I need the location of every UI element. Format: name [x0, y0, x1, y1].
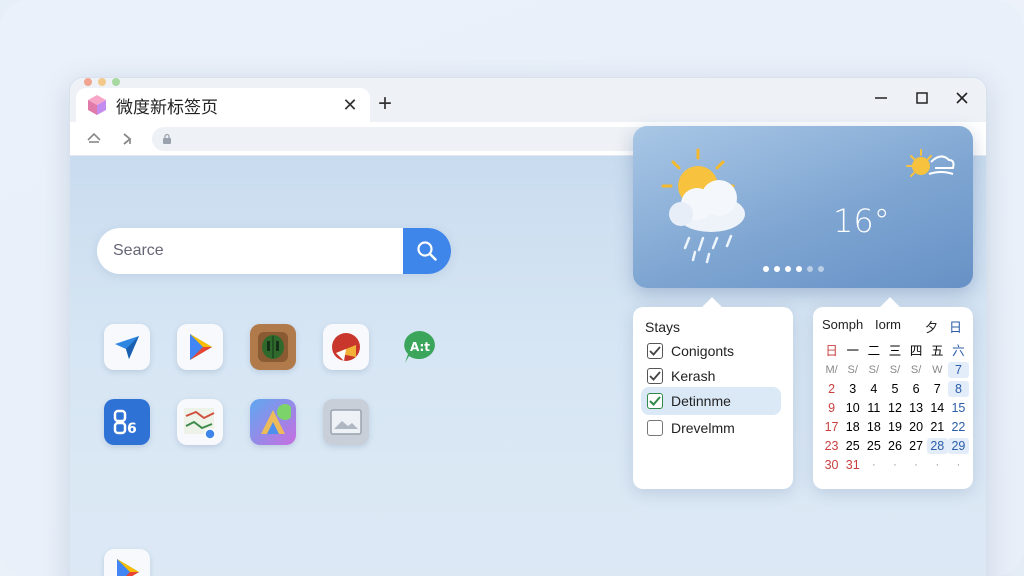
image-gallery-app-icon[interactable] — [323, 399, 369, 445]
temperature-readout: 16° — [833, 202, 890, 240]
address-bar[interactable] — [152, 127, 712, 151]
calendar-header: Somph Iorm 夕 日 — [822, 317, 963, 335]
play-store-app-icon-2[interactable] — [104, 549, 150, 576]
calendar-panel: Somph Iorm 夕 日 日 一 二 三 四 五 六 M/ S/ S/ S/… — [813, 297, 973, 489]
weather-widget[interactable]: 16° — [633, 126, 973, 288]
tab-title: 微度新标签页 — [116, 97, 218, 117]
close-window-icon[interactable] — [948, 86, 976, 110]
checkbox-empty-icon — [647, 420, 663, 436]
search-button[interactable] — [403, 228, 451, 274]
play-store-app-icon[interactable] — [177, 324, 223, 370]
checkbox-checked-green-icon — [647, 393, 663, 409]
back-icon[interactable] — [82, 128, 106, 150]
svg-text:6: 6 — [127, 421, 137, 437]
green-chat-app-icon[interactable]: A:t — [396, 324, 442, 370]
stays-item-kerash[interactable]: Kerash — [641, 362, 781, 390]
cactus-game-app-icon[interactable] — [250, 324, 296, 370]
small-sun-cloud-icon — [906, 149, 955, 177]
cube-logo-icon — [88, 95, 106, 115]
window-dots — [84, 78, 120, 86]
tab-close-icon[interactable]: ✕ — [340, 95, 360, 116]
paper-plane-app-icon[interactable] — [104, 324, 150, 370]
stays-item-detinnme[interactable]: Detinnme — [641, 387, 781, 415]
search-box — [97, 228, 451, 274]
forward-icon[interactable] — [116, 128, 140, 150]
minimize-icon[interactable] — [867, 86, 895, 110]
checkbox-checked-icon — [647, 368, 663, 384]
lock-icon — [163, 133, 171, 144]
sun-cloud-rain-icon — [661, 148, 745, 264]
stays-panel: Stays Conigonts Kerash Detinnme Drevelmm — [633, 297, 793, 489]
map-app-icon[interactable] — [177, 399, 223, 445]
stays-item-conigonts[interactable]: Conigonts — [641, 337, 781, 365]
search-icon — [417, 241, 437, 261]
red-circle-app-icon[interactable] — [323, 324, 369, 370]
maximize-icon[interactable] — [908, 86, 936, 110]
active-tab[interactable]: 微度新标签页 ✕ — [76, 88, 370, 122]
new-tab-button[interactable]: + — [378, 90, 392, 118]
carousel-dots[interactable] — [763, 266, 824, 272]
tab-strip: 微度新标签页 ✕ + — [70, 78, 986, 122]
stays-title: Stays — [645, 319, 681, 335]
checkbox-checked-icon — [647, 343, 663, 359]
stays-item-drevelmm[interactable]: Drevelmm — [641, 414, 781, 442]
colorful-a-app-icon[interactable] — [250, 399, 296, 445]
svg-text:A:t: A:t — [410, 340, 430, 354]
calendar-grid: 日 一 二 三 四 五 六 M/ S/ S/ S/ S/ W 7 2 3 4 5… — [821, 343, 969, 473]
blue-tiles-app-icon[interactable]: 6 — [104, 399, 150, 445]
search-input[interactable] — [113, 228, 393, 274]
